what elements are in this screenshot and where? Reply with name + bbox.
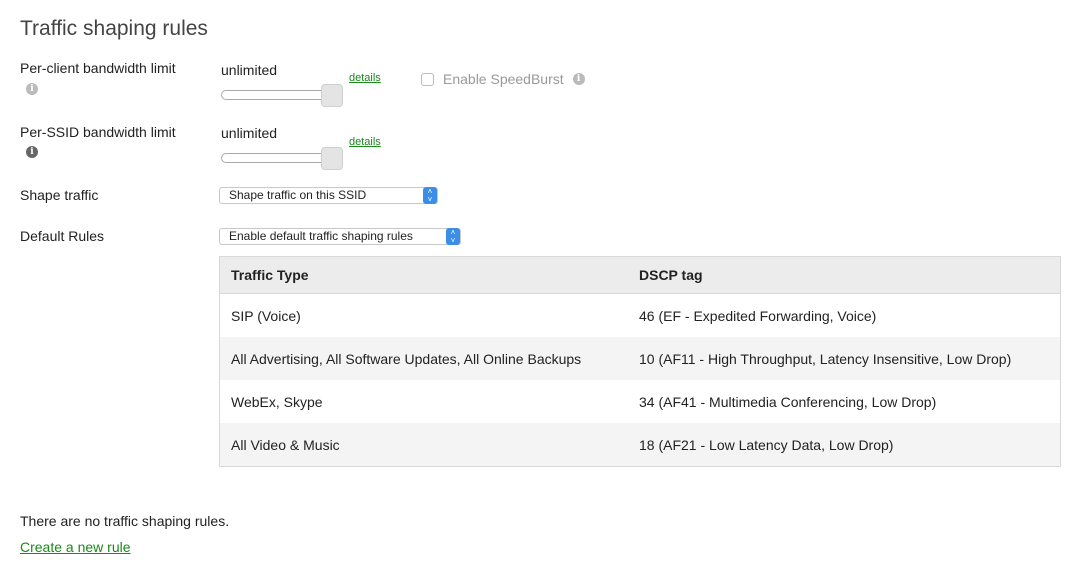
dscp-tag-cell: 34 (AF41 - Multimedia Conferencing, Low … <box>628 380 1061 423</box>
chevron-up-down-icon: ˄ ˅ <box>446 228 460 245</box>
dscp-tag-cell: 46 (EF - Expedited Forwarding, Voice) <box>628 293 1061 337</box>
per-client-limit-slider[interactable] <box>221 84 343 107</box>
dscp-tag-cell: 18 (AF21 - Low Latency Data, Low Drop) <box>628 423 1061 467</box>
slider-thumb[interactable] <box>321 147 343 170</box>
traffic-type-cell: SIP (Voice) <box>219 293 628 337</box>
dscp-tag-cell: 10 (AF11 - High Throughput, Latency Inse… <box>628 337 1061 380</box>
default-rules-select[interactable]: Enable default traffic shaping rules ˄ ˅ <box>219 228 461 245</box>
chevron-up-down-icon: ˄ ˅ <box>423 187 437 204</box>
per-ssid-details-link[interactable]: details <box>349 136 381 148</box>
traffic-type-cell: WebEx, Skype <box>219 380 628 423</box>
per-client-limit-label: Per-client bandwidth limit <box>20 60 176 76</box>
section-title: Traffic shaping rules <box>20 17 208 40</box>
no-rules-message: There are no traffic shaping rules. <box>20 513 230 529</box>
per-client-limit-value: unlimited <box>221 62 278 78</box>
per-ssid-limit-label: Per-SSID bandwidth limit <box>20 124 176 140</box>
table-row: WebEx, Skype 34 (AF41 - Multimedia Confe… <box>219 380 1061 423</box>
speedburst-label: Enable SpeedBurst <box>443 71 564 87</box>
info-icon[interactable]: i <box>26 83 38 95</box>
create-new-rule-link[interactable]: Create a new rule <box>20 539 131 555</box>
table-row: All Advertising, All Software Updates, A… <box>219 337 1061 380</box>
shape-traffic-label: Shape traffic <box>20 187 99 203</box>
column-header-traffic-type: Traffic Type <box>219 256 628 294</box>
table-header-row: Traffic Type DSCP tag <box>219 256 1061 294</box>
info-icon[interactable]: i <box>26 146 38 158</box>
traffic-type-cell: All Advertising, All Software Updates, A… <box>219 337 628 380</box>
info-icon[interactable]: i <box>572 73 585 85</box>
table-row: All Video & Music 18 (AF21 - Low Latency… <box>219 423 1061 467</box>
speedburst-checkbox[interactable] <box>421 72 434 86</box>
per-ssid-limit-value: unlimited <box>221 125 278 141</box>
column-header-dscp-tag: DSCP tag <box>628 256 1061 294</box>
slider-thumb[interactable] <box>321 84 343 107</box>
traffic-type-cell: All Video & Music <box>219 423 628 467</box>
speedburst-option[interactable]: Enable SpeedBurst i <box>421 71 585 87</box>
default-rules-label: Default Rules <box>20 228 105 244</box>
shape-traffic-select[interactable]: Shape traffic on this SSID ˄ ˅ <box>219 187 438 204</box>
per-client-details-link[interactable]: details <box>349 72 381 84</box>
per-ssid-limit-slider[interactable] <box>221 147 343 170</box>
default-rules-table: Traffic Type DSCP tag SIP (Voice) 46 (EF… <box>219 256 1061 467</box>
table-row: SIP (Voice) 46 (EF - Expedited Forwardin… <box>219 293 1061 337</box>
default-rules-selected: Enable default traffic shaping rules <box>229 229 413 243</box>
shape-traffic-selected: Shape traffic on this SSID <box>229 188 367 202</box>
